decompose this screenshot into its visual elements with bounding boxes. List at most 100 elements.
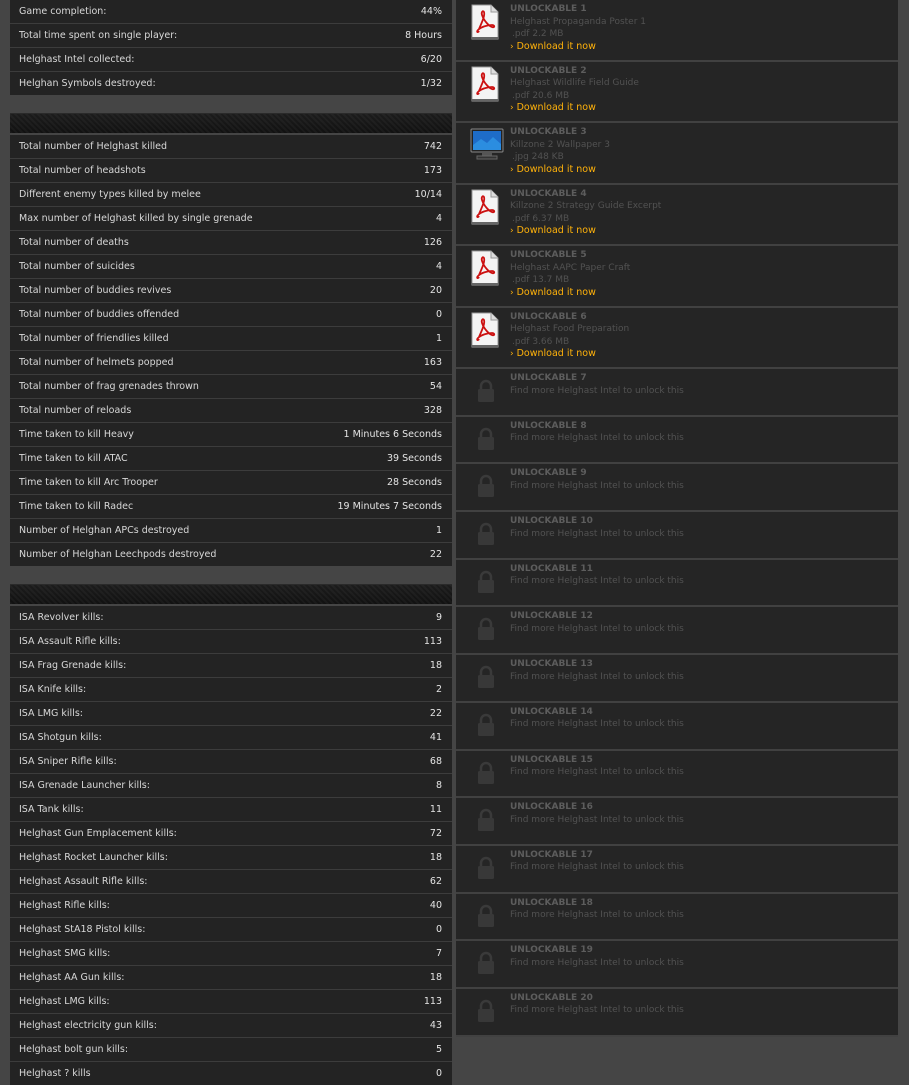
stat-label: Helghast Assault Rifle kills: xyxy=(19,876,148,887)
unlockable-text: UNLOCKABLE 4 Killzone 2 Strategy Guide Ex… xyxy=(510,188,661,238)
unlockable-text: UNLOCKABLE 18 Find more Helghast Intel to… xyxy=(510,897,684,922)
download-link-label: Download it now xyxy=(516,163,596,175)
unlockable-title: UNLOCKABLE 1 xyxy=(510,4,587,14)
unlockable-item-locked: UNLOCKABLE 12 Find more Helghast Intel to… xyxy=(456,607,898,656)
stat-value: 40 xyxy=(429,900,442,911)
unlockable-title: UNLOCKABLE 13 xyxy=(510,659,593,670)
stat-label: Helghast SMG kills: xyxy=(19,948,111,959)
stat-label: Helghast LMG kills: xyxy=(19,996,110,1007)
stat-value: 1 Minutes 6 Seconds xyxy=(343,429,442,440)
stat-label: Total number of suicides xyxy=(19,261,135,272)
lock-icon xyxy=(477,617,495,644)
chevron-right-icon: › xyxy=(510,41,514,52)
download-link[interactable]: › Download it now xyxy=(510,102,639,115)
unlock-hint: Find more Helghast Intel to unlock this xyxy=(510,719,684,730)
stat-row: Helghast Rifle kills: 40 xyxy=(10,894,452,918)
unlockable-text: UNLOCKABLE 14 Find more Helghast Intel to… xyxy=(510,706,684,731)
stat-value: 19 Minutes 7 Seconds xyxy=(337,501,443,512)
stat-row: Helghast LMG kills: 113 xyxy=(10,990,452,1014)
unlockable-text: UNLOCKABLE 6 Helghast Food Preparation .pd… xyxy=(510,311,629,361)
stat-row: Time taken to kill ATAC 39 Seconds xyxy=(10,447,452,471)
unlockable-item-locked: UNLOCKABLE 17 Find more Helghast Intel to… xyxy=(456,845,898,894)
unlockable-text: UNLOCKABLE 15 Find more Helghast Intel to… xyxy=(510,754,684,779)
stat-row: ISA Assault Rifle kills: 113 xyxy=(10,630,452,654)
unlockable-name: Killzone 2 Wallpaper 3 xyxy=(510,139,610,150)
unlockable-title: UNLOCKABLE 7 xyxy=(510,373,587,383)
unlockable-item-locked: UNLOCKABLE 19 Find more Helghast Intel to… xyxy=(456,941,898,989)
unlock-hint: Find more Helghast Intel to unlock this xyxy=(510,480,684,491)
stat-row: ISA Knife kills: 2 xyxy=(10,678,452,702)
unlockable-title: UNLOCKABLE 2 xyxy=(510,65,587,76)
download-link-label: Download it now xyxy=(516,102,596,113)
stat-label: Helghast Rifle kills: xyxy=(19,900,110,911)
download-link[interactable]: › Download it now xyxy=(510,41,646,54)
stat-value: 72 xyxy=(429,828,442,839)
stat-row: Helghast bolt gun kills: 5 xyxy=(10,1038,452,1062)
stat-label: Helghast Gun Emplacement kills: xyxy=(19,828,177,839)
stat-value: 1 xyxy=(435,525,442,536)
download-link-label: Download it now xyxy=(516,40,596,52)
download-link[interactable]: › Download it now xyxy=(510,287,630,300)
unlockable-item-locked: UNLOCKABLE 13 Find more Helghast Intel to… xyxy=(456,655,898,703)
download-link[interactable]: › Download it now xyxy=(510,164,610,177)
unlock-hint: Find more Helghast Intel to unlock this xyxy=(510,862,684,873)
unlockable-name: Helghast Propaganda Poster 1 xyxy=(510,16,646,27)
unlockable-item-locked: UNLOCKABLE 16 Find more Helghast Intel to… xyxy=(456,798,898,846)
unlockable-title: UNLOCKABLE 14 xyxy=(510,706,593,717)
unlock-hint: Find more Helghast Intel to unlock this xyxy=(510,1005,684,1016)
stat-row: Time taken to kill Radec 19 Minutes 7 Sec… xyxy=(10,495,452,519)
pdf-file-icon xyxy=(470,312,500,351)
stat-value: 1 xyxy=(435,333,442,344)
stat-row: Helghast Gun Emplacement kills: 72 xyxy=(10,822,452,846)
unlockable-text: UNLOCKABLE 20 Find more Helghast Intel to… xyxy=(510,992,684,1017)
unlockable-text: UNLOCKABLE 9 Find more Helghast Intel to … xyxy=(510,467,684,492)
stat-row: Total number of Helghast killed 742 xyxy=(10,135,452,159)
stat-value: 6/20 xyxy=(420,54,442,65)
unlockable-title: UNLOCKABLE 4 xyxy=(510,188,587,199)
lock-icon xyxy=(477,427,495,454)
unlock-hint: Find more Helghast Intel to unlock this xyxy=(510,767,684,777)
stat-value: 62 xyxy=(429,876,442,887)
stat-label: Helghast electricity gun kills: xyxy=(19,1020,157,1031)
chevron-right-icon: › xyxy=(510,287,514,298)
stat-value: 8 xyxy=(435,780,442,791)
lock-icon xyxy=(477,761,495,788)
stat-value: 44% xyxy=(420,6,442,17)
stat-row: Total time spent on single player: 8 Hour… xyxy=(10,24,452,48)
unlockable-name: Killzone 2 Strategy Guide Excerpt xyxy=(510,201,662,211)
pdf-file-icon xyxy=(470,66,500,105)
stat-value: 7 xyxy=(435,948,442,959)
stat-value: 9 xyxy=(435,612,442,623)
unlockable-text: UNLOCKABLE 11 Find more Helghast Intel to… xyxy=(510,563,684,588)
combat-stats-panel: Total number of Helghast killed 742 Total … xyxy=(10,135,452,566)
file-info: .pdf 6.37 MB xyxy=(512,213,570,224)
stat-label: Total number of headshots xyxy=(19,165,146,176)
unlockable-text: UNLOCKABLE 19 Find more Helghast Intel to… xyxy=(510,944,684,969)
download-link[interactable]: › Download it now xyxy=(510,348,629,361)
stat-row: Helghan Symbols destroyed: 1/32 xyxy=(10,72,452,95)
weapon-kills-panel: ISA Revolver kills: 9 ISA Assault Rifle ki… xyxy=(10,606,452,1085)
stat-row: ISA Shotgun kills: 41 xyxy=(10,726,452,750)
unlockable-title: UNLOCKABLE 6 xyxy=(510,311,587,322)
unlockable-text: UNLOCKABLE 16 Find more Helghast Intel to… xyxy=(510,801,684,826)
stat-label: ISA Shotgun kills: xyxy=(19,732,102,743)
stat-value: 5 xyxy=(435,1044,442,1055)
chevron-right-icon: › xyxy=(510,164,514,175)
stat-label: Helghast StA18 Pistol kills: xyxy=(19,924,146,935)
unlock-hint: Find more Helghast Intel to unlock this xyxy=(510,528,684,539)
unlockable-item: UNLOCKABLE 2 Helghast Wildlife Field Guid… xyxy=(456,61,898,123)
unlockable-title: UNLOCKABLE 8 xyxy=(510,420,587,431)
unlockable-item-locked: UNLOCKABLE 7 Find more Helghast Intel to … xyxy=(456,369,898,417)
download-link[interactable]: › Download it now xyxy=(510,225,661,238)
unlock-hint: Find more Helghast Intel to unlock this xyxy=(510,910,684,921)
unlockable-title: UNLOCKABLE 11 xyxy=(510,563,593,574)
stat-row: Total number of reloads 328 xyxy=(10,399,452,423)
stat-row: Total number of helmets popped 163 xyxy=(10,351,452,375)
unlockable-text: UNLOCKABLE 3 Killzone 2 Wallpaper 3 .jpg 2… xyxy=(510,126,610,176)
file-info: .pdf 13.7 MB xyxy=(512,275,570,285)
stat-label: Helghast Rocket Launcher kills: xyxy=(19,852,168,863)
stat-label: Total number of friendlies killed xyxy=(19,333,169,344)
stat-value: 0 xyxy=(435,924,442,935)
weapon-stats-header-bar xyxy=(10,584,452,604)
stat-label: Max number of Helghast killed by single … xyxy=(19,213,253,224)
